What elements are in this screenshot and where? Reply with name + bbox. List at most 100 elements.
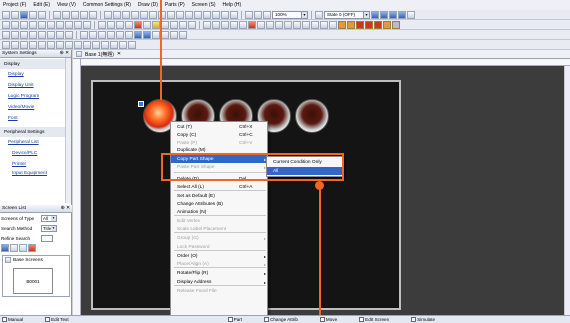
data-display-icon[interactable]	[125, 20, 133, 29]
effect-icon[interactable]	[128, 40, 136, 49]
menu-project[interactable]: Project (F)	[3, 2, 26, 8]
rotate-right-icon[interactable]	[161, 30, 169, 39]
scale-icon[interactable]	[74, 20, 82, 29]
status-toggle[interactable]: Manual	[2, 317, 23, 322]
state-combo[interactable]: State 0 (OFF) ▾	[324, 10, 370, 19]
color-red3-icon[interactable]	[374, 20, 382, 29]
screen-type-select[interactable]: All ▾	[41, 214, 57, 222]
size-icon[interactable]	[179, 30, 187, 39]
move-back-icon[interactable]	[275, 20, 283, 29]
select-icon[interactable]	[2, 20, 10, 29]
remove-icon[interactable]	[257, 20, 265, 29]
frame-icon[interactable]	[320, 20, 328, 29]
draw-toolbox-icon[interactable]	[221, 20, 229, 29]
state-prev-icon[interactable]	[315, 10, 323, 19]
menu-edit[interactable]: Edit (E)	[33, 2, 50, 8]
add-icon[interactable]	[248, 20, 256, 29]
graph-icon[interactable]	[116, 20, 124, 29]
pin-close-icon[interactable]: ⊕ ✕	[60, 51, 69, 56]
id-icon[interactable]	[56, 40, 64, 49]
dist-v-icon[interactable]	[65, 30, 73, 39]
font-icon[interactable]	[65, 40, 73, 49]
sampling-icon[interactable]	[245, 10, 253, 19]
cross-ref-icon[interactable]	[140, 10, 148, 19]
open-icon[interactable]	[11, 10, 19, 19]
overlay-icon[interactable]	[407, 10, 415, 19]
screen-list-pin-icon[interactable]: ⊕ ✕	[61, 206, 70, 211]
context-menu-item[interactable]: Order (O) ▸	[171, 252, 267, 260]
ungroup-icon[interactable]	[116, 30, 124, 39]
zoom-combo[interactable]: 100% ▾	[272, 10, 308, 19]
selection-handle[interactable]	[138, 101, 144, 107]
bottom-align-icon[interactable]	[47, 30, 55, 39]
center-align-icon[interactable]	[11, 30, 19, 39]
dot-icon[interactable]	[83, 20, 91, 29]
color-gray-icon[interactable]	[392, 20, 400, 29]
fill-icon[interactable]	[110, 40, 118, 49]
context-menu-item[interactable]: Select All (L) Ctrl+A	[171, 183, 267, 191]
library-icon[interactable]	[185, 10, 193, 19]
window-part-icon[interactable]	[152, 20, 160, 29]
color-red-icon[interactable]	[356, 20, 364, 29]
transfer-icon[interactable]	[38, 10, 46, 19]
color-orange3-icon[interactable]	[383, 20, 391, 29]
context-menu-item[interactable]: Place/Align (A) ▸	[171, 260, 267, 268]
status-toggle[interactable]: Move	[319, 317, 337, 322]
polyline-icon[interactable]	[20, 20, 28, 29]
keypad-icon[interactable]	[134, 20, 142, 29]
cut-icon[interactable]	[53, 10, 61, 19]
context-menu-item[interactable]: Animation (N)	[171, 208, 267, 216]
menu-help[interactable]: Help (H)	[223, 2, 242, 8]
move-forward-icon[interactable]	[266, 20, 274, 29]
grid-icon[interactable]	[113, 10, 121, 19]
back-icon[interactable]	[89, 30, 97, 39]
layer-icon[interactable]	[122, 10, 130, 19]
rotate-icon[interactable]	[284, 20, 292, 29]
group-icon[interactable]	[239, 20, 247, 29]
text-icon[interactable]	[104, 10, 112, 19]
historical-icon[interactable]	[170, 20, 178, 29]
color-red2-icon[interactable]	[365, 20, 373, 29]
mirror-h-icon[interactable]	[134, 30, 142, 39]
search-method-select[interactable]: Title ▾	[41, 224, 57, 232]
refine-search-input[interactable]	[41, 234, 53, 242]
tool-icon[interactable]	[212, 10, 220, 19]
rotate-left-icon[interactable]	[152, 30, 160, 39]
state-off-icon[interactable]	[371, 10, 379, 19]
context-menu-item[interactable]: Lock Password	[171, 243, 267, 251]
symbol-icon[interactable]	[38, 40, 46, 49]
link-video-movie[interactable]: Video/Movie	[0, 102, 71, 113]
link-peripheral-list[interactable]: Peripheral List	[0, 137, 71, 148]
context-menu-item[interactable]: Display Address ▸	[171, 278, 267, 286]
redo-icon[interactable]	[89, 10, 97, 19]
context-menu-item[interactable]: Release Fixed File	[171, 287, 267, 295]
table-icon[interactable]	[65, 20, 73, 29]
polygon-icon[interactable]	[47, 20, 55, 29]
context-menu-item[interactable]: Rotate/Flip (R) ▸	[171, 269, 267, 277]
lock-icon[interactable]	[302, 20, 310, 29]
guide-icon[interactable]	[20, 40, 28, 49]
front-icon[interactable]	[80, 30, 88, 39]
link-logic-program[interactable]: Logic Program	[0, 91, 71, 102]
link-input-equipment[interactable]: Input Equipment	[0, 170, 71, 176]
screen-thumbnail[interactable]: B0001	[13, 268, 53, 294]
new-icon[interactable]	[2, 10, 10, 19]
picture-icon[interactable]	[143, 20, 151, 29]
regroup-icon[interactable]	[125, 30, 133, 39]
state-on-icon[interactable]	[380, 10, 388, 19]
save-icon[interactable]	[20, 10, 28, 19]
copy-icon[interactable]	[62, 10, 70, 19]
switch-icon[interactable]	[98, 20, 106, 29]
new-screen-icon[interactable]	[1, 244, 9, 252]
link-printer[interactable]: Printer	[0, 159, 71, 170]
menu-view[interactable]: View (V)	[57, 2, 76, 8]
align-icon[interactable]	[230, 20, 238, 29]
link-device-plc[interactable]: Device/PLC	[0, 148, 71, 159]
top-align-icon[interactable]	[29, 30, 37, 39]
copy-screen-icon[interactable]	[10, 244, 18, 252]
alarm-part-icon[interactable]	[161, 20, 169, 29]
color-icon[interactable]	[74, 40, 82, 49]
left-align-icon[interactable]	[2, 30, 10, 39]
dist-h-icon[interactable]	[56, 30, 64, 39]
line-icon[interactable]	[11, 20, 19, 29]
